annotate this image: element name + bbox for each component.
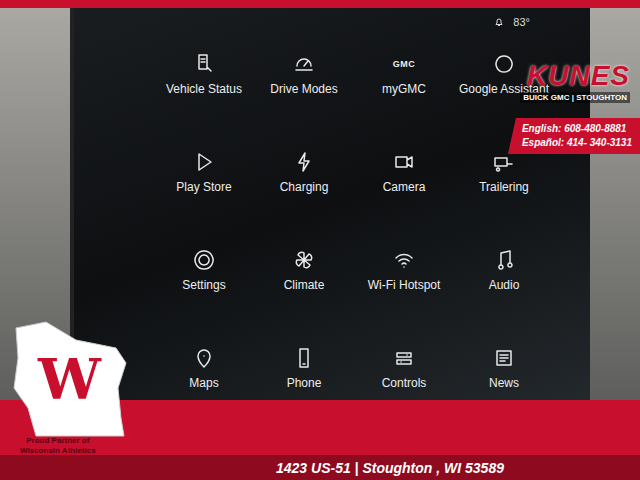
app-tile[interactable]: Play Store xyxy=(154,150,254,248)
address: 1423 US-51 | Stoughton , WI 53589 xyxy=(276,460,504,476)
dashboard: 83° Vehicle Status Drive ModesGMC myGMC … xyxy=(0,8,640,400)
phone-number: Español: 414- 340-3131 xyxy=(522,136,632,150)
status-bar: 83° xyxy=(74,8,590,30)
app-icon xyxy=(192,248,216,272)
app-icon xyxy=(192,52,216,76)
app-label: Trailering xyxy=(479,180,529,194)
app-label: Drive Modes xyxy=(270,82,337,96)
logo-subtitle: BUICK GMC | STOUGHTON xyxy=(520,92,630,103)
caption-line: Proud Partner of xyxy=(20,436,96,446)
dealer-logo: KUNES BUICK GMC | STOUGHTON xyxy=(520,60,630,103)
top-strip xyxy=(0,0,640,8)
app-tile[interactable]: Vehicle Status xyxy=(154,52,254,150)
app-tile[interactable]: Trailering xyxy=(454,150,554,248)
app-tile[interactable]: Wi-Fi Hotspot xyxy=(354,248,454,346)
bell-icon xyxy=(493,16,505,28)
app-label: Settings xyxy=(182,278,225,292)
app-icon xyxy=(392,346,416,370)
photo: 83° Vehicle Status Drive ModesGMC myGMC … xyxy=(0,0,640,480)
app-label: Wi-Fi Hotspot xyxy=(368,278,441,292)
phone-number: English: 608-480-8881 xyxy=(522,122,632,136)
caption-line: Wisconsin Athletics xyxy=(20,446,96,456)
app-label: Charging xyxy=(280,180,329,194)
app-label: Climate xyxy=(284,278,325,292)
app-tile[interactable]: Phone xyxy=(254,346,354,400)
app-tile[interactable]: Charging xyxy=(254,150,354,248)
app-label: myGMC xyxy=(382,82,426,96)
app-label: Controls xyxy=(382,376,427,390)
app-icon xyxy=(492,248,516,272)
app-tile[interactable]: Audio xyxy=(454,248,554,346)
app-icon xyxy=(292,346,316,370)
app-icon xyxy=(292,248,316,272)
app-tile[interactable]: Drive Modes xyxy=(254,52,354,150)
app-tile[interactable]: Controls xyxy=(354,346,454,400)
w-logo: W xyxy=(38,346,101,412)
infotainment-screen: 83° Vehicle Status Drive ModesGMC myGMC … xyxy=(70,8,590,400)
app-grid: Vehicle Status Drive ModesGMC myGMC Goog… xyxy=(74,30,590,400)
app-tile[interactable]: Settings xyxy=(154,248,254,346)
phone-banner: English: 608-480-8881Español: 414- 340-3… xyxy=(508,118,640,154)
app-icon xyxy=(192,346,216,370)
app-icon xyxy=(392,248,416,272)
state-shape: W xyxy=(6,318,146,438)
gmc-logo-icon: GMC xyxy=(393,52,416,76)
badge-caption: Proud Partner ofWisconsin Athletics xyxy=(20,436,96,455)
app-label: Audio xyxy=(489,278,520,292)
address-bar: 1423 US-51 | Stoughton , WI 53589 xyxy=(0,455,640,480)
app-tile[interactable]: Climate xyxy=(254,248,354,346)
app-icon xyxy=(492,52,516,76)
app-tile[interactable]: Maps xyxy=(154,346,254,400)
app-label: Camera xyxy=(383,180,426,194)
app-icon xyxy=(292,150,316,174)
logo-text: KUNES xyxy=(520,60,630,92)
app-icon xyxy=(192,150,216,174)
app-tile[interactable]: Camera xyxy=(354,150,454,248)
app-tile[interactable]: News xyxy=(454,346,554,400)
app-label: Phone xyxy=(287,376,322,390)
app-label: Play Store xyxy=(176,180,231,194)
app-icon xyxy=(392,150,416,174)
app-icon xyxy=(292,52,316,76)
app-label: Vehicle Status xyxy=(166,82,242,96)
app-label: News xyxy=(489,376,519,390)
app-label: Maps xyxy=(189,376,218,390)
app-icon xyxy=(492,346,516,370)
app-tile[interactable]: GMC myGMC xyxy=(354,52,454,150)
temperature: 83° xyxy=(513,16,530,28)
wisconsin-badge: W Proud Partner ofWisconsin Athletics xyxy=(6,318,146,438)
